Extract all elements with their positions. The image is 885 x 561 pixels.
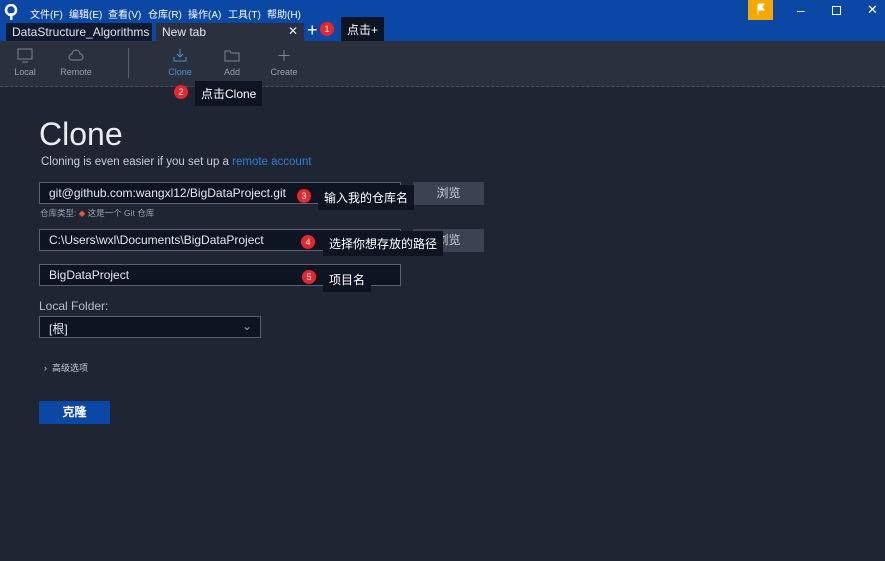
repo-type-value: 这是一个 Git 仓库 (87, 208, 155, 218)
flag-button[interactable] (748, 0, 773, 20)
create-label: Create (270, 67, 298, 77)
annotation-badge: 2 (174, 85, 188, 99)
local-folder-select[interactable]: [根] ⌄ (39, 316, 261, 338)
annotation-callout: 点击Clone (195, 81, 263, 106)
clone-label: Clone (168, 67, 192, 77)
chevron-right-icon: › (44, 363, 47, 373)
repo-type-label: 仓库类型: (40, 208, 77, 218)
annotation-badge: 3 (297, 189, 311, 203)
clone-button[interactable]: Clone (155, 48, 205, 77)
menu-edit[interactable]: 编辑(E) (69, 6, 102, 21)
annotation-callout: 点击+ (341, 17, 385, 42)
advanced-label: 高级选项 (52, 363, 89, 373)
new-tab-plus-button[interactable]: + (307, 20, 318, 41)
subtitle: Cloning is even easier if you set up a r… (41, 156, 311, 168)
chevron-down-icon: ⌄ (241, 319, 252, 333)
remote-button[interactable]: Remote (51, 48, 101, 77)
menu-view[interactable]: 查看(V) (108, 6, 141, 21)
local-label: Local (14, 67, 36, 77)
annotation-badge: 5 (302, 270, 316, 284)
add-button[interactable]: Add (207, 48, 257, 77)
add-label: Add (223, 67, 240, 77)
local-folder-label: Local Folder: (39, 299, 109, 313)
git-icon: ◆ (78, 208, 86, 218)
clone-submit-button[interactable]: 克隆 (39, 401, 110, 424)
plus-icon (278, 50, 290, 61)
close-tab-icon[interactable]: ✕ (288, 24, 298, 38)
subtitle-text: Cloning is even easier if you set up a (41, 156, 229, 168)
annotation-callout: 输入我的仓库名 (318, 185, 415, 210)
annotation-callout: 项目名 (323, 267, 372, 292)
create-button[interactable]: Create (259, 48, 309, 77)
browse-button[interactable]: 浏览 (413, 182, 484, 205)
app-logo-icon (4, 4, 18, 20)
remote-account-link[interactable]: remote account (232, 156, 311, 168)
local-folder-value: [根] (49, 322, 68, 336)
cloud-icon (68, 49, 84, 61)
tab-label: New tab (162, 25, 207, 39)
annotation-callout: 选择你想存放的路径 (323, 231, 444, 256)
download-icon (173, 49, 187, 62)
menu-tools[interactable]: 工具(T) (228, 6, 261, 21)
flag-icon (757, 3, 765, 15)
tab-new[interactable]: New tab ✕ (156, 23, 304, 41)
menu-file[interactable]: 文件(F) (30, 6, 63, 21)
repo-type: 仓库类型: ◆ 这是一个 Git 仓库 (40, 207, 154, 219)
tab-datastructure[interactable]: DataStructure_Algorithms (6, 23, 152, 41)
remote-label: Remote (60, 67, 92, 77)
minimize-button[interactable]: – (797, 2, 805, 18)
menu-actions[interactable]: 操作(A) (188, 6, 221, 21)
annotation-badge: 1 (320, 22, 334, 36)
toolbar (0, 41, 885, 87)
folder-icon (224, 50, 240, 62)
page-title: Clone (39, 116, 123, 152)
local-button[interactable]: Local (0, 48, 50, 77)
menu-repository[interactable]: 仓库(R) (148, 6, 182, 21)
maximize-button[interactable] (832, 6, 841, 15)
monitor-icon (17, 48, 33, 63)
toolbar-divider (128, 48, 129, 78)
menu-help[interactable]: 帮助(H) (267, 6, 301, 21)
annotation-badge: 4 (301, 235, 315, 249)
advanced-options-toggle[interactable]: › 高级选项 (44, 361, 88, 374)
close-window-button[interactable]: ✕ (867, 2, 878, 18)
